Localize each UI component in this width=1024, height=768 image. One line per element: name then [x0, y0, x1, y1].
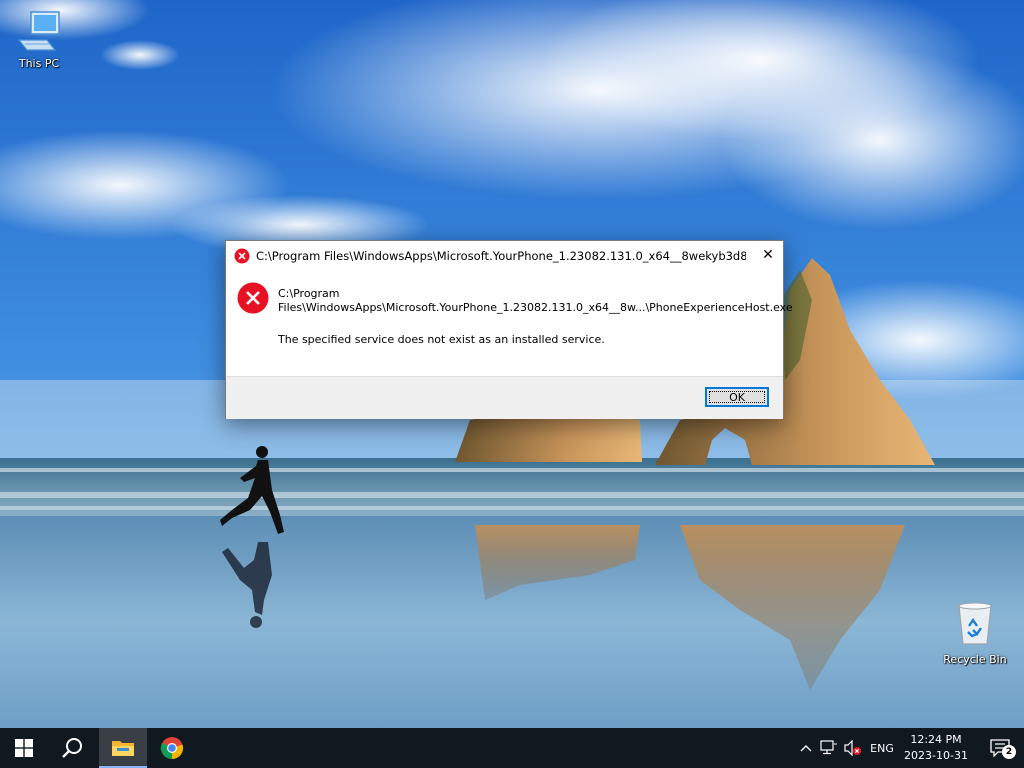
network-button[interactable] — [818, 728, 840, 768]
dialog-titlebar[interactable]: C:\Program Files\WindowsApps\Microsoft.Y… — [226, 241, 783, 271]
recycle-bin-icon — [958, 602, 992, 645]
desktop-icon-label: Recycle Bin — [943, 653, 1007, 666]
clock-date: 2023-10-31 — [904, 749, 968, 762]
search-button[interactable] — [48, 728, 96, 768]
error-icon — [234, 248, 250, 264]
close-icon: ✕ — [762, 247, 774, 263]
clock-time: 12:24 PM — [910, 733, 962, 746]
desktop-icon-this-pc[interactable]: This PC — [1, 10, 77, 71]
chrome-icon — [160, 737, 184, 760]
language-label: ENG — [870, 741, 894, 755]
dialog-title: C:\Program Files\WindowsApps\Microsoft.Y… — [256, 249, 746, 263]
error-icon — [237, 282, 269, 314]
clock-button[interactable]: 12:24 PM 2023-10-31 — [900, 728, 972, 768]
error-dialog: C:\Program Files\WindowsApps\Microsoft.Y… — [225, 240, 793, 419]
file-path-line: Files\WindowsApps\Microsoft.YourPhone_1.… — [278, 301, 793, 314]
taskbar: ENG 12:24 PM 2023-10-31 2 — [0, 728, 1024, 768]
start-button[interactable] — [0, 728, 48, 768]
computer-icon — [17, 11, 60, 51]
dialog-file-path: C:\Program Files\WindowsApps\Microsoft.Y… — [278, 287, 793, 315]
close-button[interactable]: ✕ — [753, 241, 783, 269]
windows-start-icon — [15, 739, 33, 757]
file-explorer-icon — [112, 741, 134, 756]
input-language-button[interactable]: ENG — [866, 728, 898, 768]
dialog-body: C:\Program Files\WindowsApps\Microsoft.Y… — [226, 271, 793, 375]
action-center-button[interactable]: 2 — [980, 728, 1020, 768]
chevron-up-icon — [800, 745, 812, 752]
chrome-button[interactable] — [148, 728, 196, 768]
desktop-icon-label: This PC — [18, 57, 60, 70]
dialog-message: The specified service does not exist as … — [278, 333, 605, 346]
desktop-icon-recycle-bin[interactable]: Recycle Bin — [937, 600, 1013, 667]
volume-muted-icon — [844, 740, 861, 756]
notification-count-badge: 2 — [1002, 745, 1016, 759]
search-icon — [62, 738, 82, 758]
dialog-footer: OK — [226, 376, 783, 419]
network-icon — [820, 740, 837, 755]
show-hidden-icons-button[interactable] — [796, 728, 816, 768]
ok-button[interactable]: OK — [705, 387, 769, 407]
file-path-line: C:\Program — [278, 287, 340, 300]
file-explorer-button[interactable] — [99, 728, 147, 768]
volume-button[interactable] — [842, 728, 864, 768]
